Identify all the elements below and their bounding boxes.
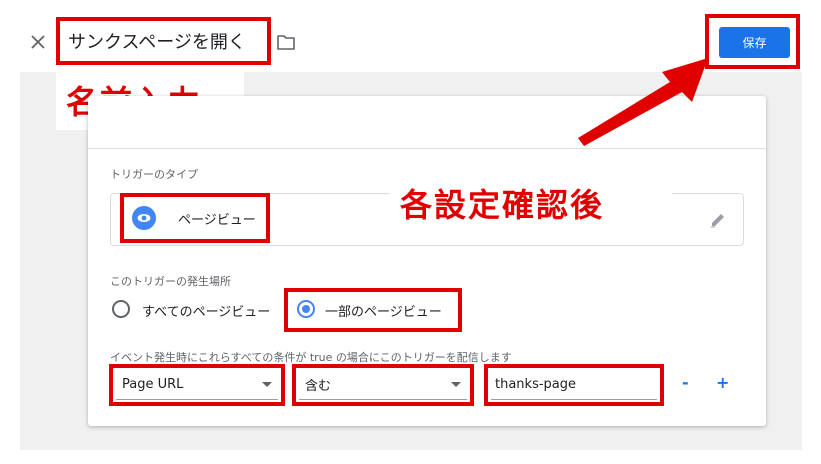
eye-icon — [137, 214, 151, 222]
remove-condition-button[interactable]: - — [682, 373, 689, 392]
variable-select[interactable]: Page URL — [116, 370, 278, 400]
operator-select-value: 含む — [305, 379, 332, 394]
annotation-check-settings: 各設定確認後 — [390, 175, 672, 231]
save-button[interactable]: 保存 — [719, 27, 790, 58]
annotation-arrow — [578, 58, 708, 146]
condition-value-text: thanks-page — [495, 377, 577, 392]
pageview-icon — [132, 206, 156, 230]
add-condition-button[interactable]: + — [716, 373, 729, 392]
fire-on-label: このトリガーの発生場所 — [110, 275, 231, 288]
dropdown-caret-icon — [262, 382, 272, 387]
pencil-icon[interactable] — [709, 211, 727, 229]
trigger-name-input[interactable]: サンクスページを開く — [68, 28, 246, 54]
operator-select[interactable]: 含む — [299, 370, 467, 400]
dropdown-caret-icon — [451, 382, 461, 387]
radio-some-pageviews[interactable] — [297, 300, 315, 318]
condition-label: イベント発生時にこれらすべての条件が true の場合にこのトリガーを配信します — [110, 351, 512, 364]
radio-some-pageviews-label[interactable]: 一部のページビュー — [325, 301, 442, 320]
trigger-type-label: トリガーのタイプ — [110, 168, 198, 181]
folder-icon[interactable] — [276, 33, 296, 51]
radio-all-pageviews-label[interactable]: すべてのページビュー — [142, 301, 270, 320]
close-icon[interactable] — [28, 32, 48, 52]
trigger-name-highlight: サンクスページを開く — [56, 17, 271, 65]
trigger-type-value: ページビュー — [178, 213, 256, 228]
variable-select-value: Page URL — [122, 377, 184, 392]
condition-value-input[interactable]: thanks-page — [491, 370, 657, 400]
annotation-check-settings-text: 各設定確認後 — [400, 186, 605, 224]
radio-all-pageviews[interactable] — [112, 300, 130, 318]
